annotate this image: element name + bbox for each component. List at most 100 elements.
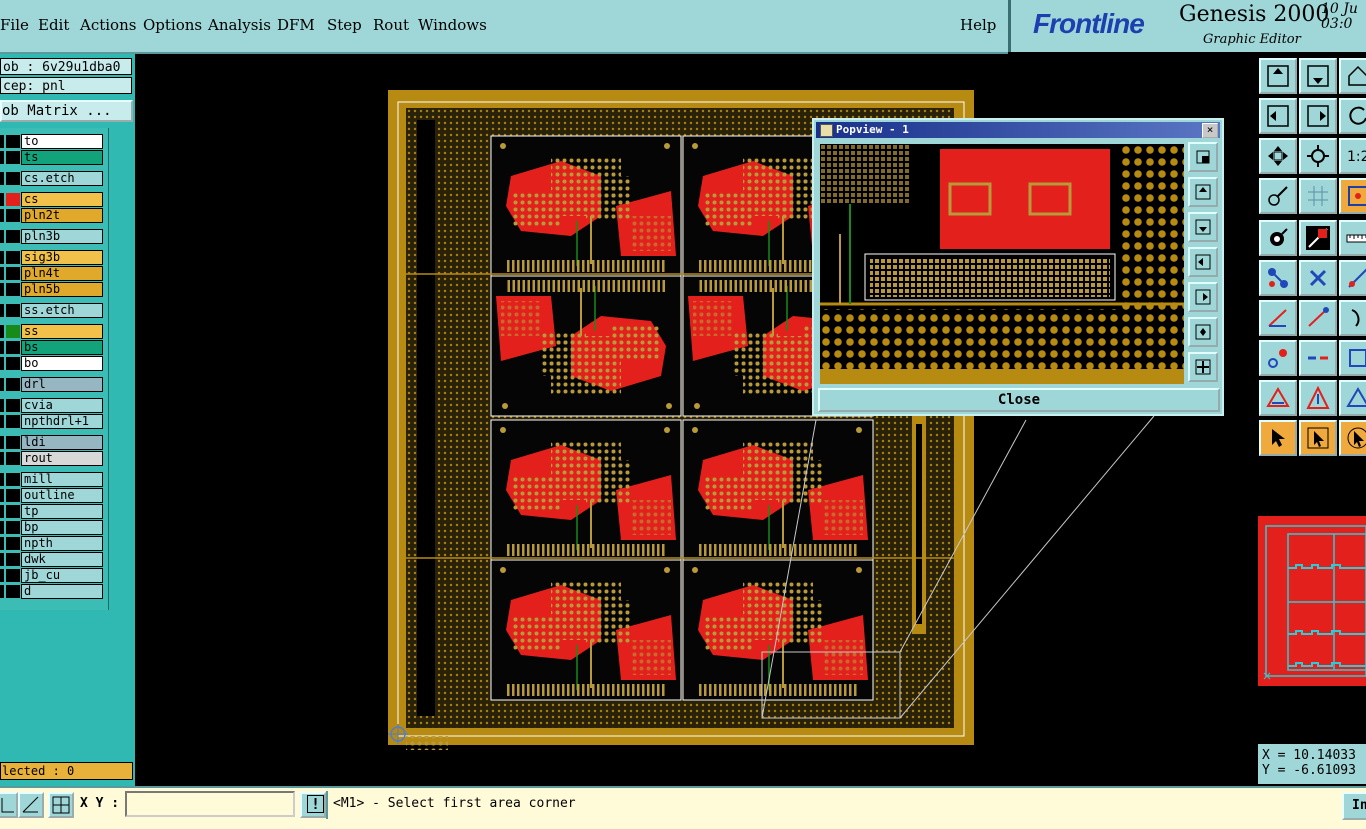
layer-checkbox[interactable] bbox=[0, 452, 4, 465]
add-line-icon[interactable] bbox=[1259, 300, 1297, 336]
select-box-icon[interactable] bbox=[1299, 420, 1337, 456]
layer-row-cvia[interactable]: cvia bbox=[0, 398, 106, 413]
pan-left-icon[interactable] bbox=[1259, 98, 1297, 134]
pad-icon[interactable] bbox=[1259, 340, 1297, 376]
layer-row-npth[interactable]: npth bbox=[0, 536, 106, 551]
zoom-center-icon[interactable] bbox=[1299, 138, 1337, 174]
home-view-icon[interactable] bbox=[1339, 58, 1366, 94]
popview-pan-left[interactable] bbox=[1188, 247, 1218, 277]
layer-checkbox[interactable] bbox=[0, 537, 4, 550]
job-matrix-button[interactable]: ob Matrix ... bbox=[0, 100, 133, 122]
page-down-icon[interactable] bbox=[1299, 58, 1337, 94]
layer-checkbox[interactable] bbox=[0, 151, 4, 164]
redraw-icon[interactable] bbox=[1339, 98, 1366, 134]
menu-actions[interactable]: Actions bbox=[80, 16, 136, 34]
layer-name[interactable]: pln2t bbox=[21, 208, 103, 223]
layer-row-pln2t[interactable]: pln2t bbox=[0, 208, 106, 223]
menu-edit[interactable]: Edit bbox=[38, 16, 69, 34]
menu-rout[interactable]: Rout bbox=[373, 16, 409, 34]
layer-name[interactable]: cs.etch bbox=[21, 171, 103, 186]
layer-checkbox[interactable] bbox=[0, 569, 4, 582]
layer-row-ss-etch[interactable]: ss.etch bbox=[0, 303, 106, 318]
layer-row-cs[interactable]: cs bbox=[0, 192, 106, 207]
info-button[interactable]: In bbox=[1342, 792, 1366, 820]
layer-name[interactable]: ldi bbox=[21, 435, 103, 450]
popview-fit-tool[interactable] bbox=[1188, 317, 1218, 347]
layer-checkbox[interactable] bbox=[0, 436, 4, 449]
close-icon[interactable]: × bbox=[1202, 123, 1218, 138]
ruler-icon[interactable] bbox=[1339, 220, 1366, 256]
layer-name[interactable]: ts bbox=[21, 150, 103, 165]
layer-row-drl[interactable]: drl bbox=[0, 377, 106, 392]
layer-row-ts[interactable]: ts bbox=[0, 150, 106, 165]
layer-name[interactable]: to bbox=[21, 134, 103, 149]
zoom-ratio-icon[interactable]: 1:2 bbox=[1339, 138, 1366, 174]
menu-help[interactable]: Help bbox=[960, 16, 996, 34]
layer-name[interactable]: pln3b bbox=[21, 229, 103, 244]
layer-color-swatch[interactable] bbox=[6, 489, 20, 502]
layer-name[interactable]: mill bbox=[21, 472, 103, 487]
window-menu-icon[interactable] bbox=[820, 124, 833, 137]
popview-close-button[interactable]: Close bbox=[818, 388, 1220, 412]
popview-titlebar[interactable]: Popview - 1 × bbox=[816, 122, 1220, 138]
layer-checkbox[interactable] bbox=[0, 135, 4, 148]
layer-checkbox[interactable] bbox=[0, 341, 4, 354]
add-segment-icon[interactable] bbox=[1299, 300, 1337, 336]
layer-name[interactable]: bs bbox=[21, 340, 103, 355]
layer-name[interactable]: cs bbox=[21, 192, 103, 207]
layer-name[interactable]: outline bbox=[21, 488, 103, 503]
layer-color-swatch[interactable] bbox=[6, 209, 20, 222]
layer-row-bs[interactable]: bs bbox=[0, 340, 106, 355]
layer-color-swatch[interactable] bbox=[6, 399, 20, 412]
feature-select-icon[interactable] bbox=[1259, 220, 1297, 256]
layer-name[interactable]: cvia bbox=[21, 398, 103, 413]
measure-toggle-icon[interactable] bbox=[18, 792, 44, 818]
layer-name[interactable]: bp bbox=[21, 520, 103, 535]
layer-name[interactable]: rout bbox=[21, 451, 103, 466]
layer-checkbox[interactable] bbox=[0, 521, 4, 534]
layer-row-dwk[interactable]: dwk bbox=[0, 552, 106, 567]
layer-name[interactable]: pln4t bbox=[21, 266, 103, 281]
popview-pan-up[interactable] bbox=[1188, 177, 1218, 207]
layer-checkbox[interactable] bbox=[0, 251, 4, 264]
layer-name[interactable]: jb_cu bbox=[21, 568, 103, 583]
layer-checkbox[interactable] bbox=[0, 489, 4, 502]
layer-name[interactable]: bo bbox=[21, 356, 103, 371]
popview-canvas[interactable] bbox=[820, 144, 1184, 384]
layer-row-cs-etch[interactable]: cs.etch bbox=[0, 171, 106, 186]
polygon-icon[interactable] bbox=[1259, 380, 1297, 416]
menu-file[interactable]: File bbox=[0, 16, 29, 34]
menu-options[interactable]: Options bbox=[143, 16, 202, 34]
layer-color-swatch[interactable] bbox=[6, 521, 20, 534]
layer-name[interactable]: npth bbox=[21, 536, 103, 551]
layer-color-swatch[interactable] bbox=[6, 304, 20, 317]
layer-color-swatch[interactable] bbox=[6, 505, 20, 518]
layer-checkbox[interactable] bbox=[0, 399, 4, 412]
xy-coordinate-input[interactable] bbox=[125, 791, 295, 817]
popview-home-tool[interactable] bbox=[1188, 352, 1218, 382]
layer-color-swatch[interactable] bbox=[6, 537, 20, 550]
zoom-fit-icon[interactable] bbox=[1259, 138, 1297, 174]
layer-row-pln4t[interactable]: pln4t bbox=[0, 266, 106, 281]
pan-right-icon[interactable] bbox=[1299, 98, 1337, 134]
layer-color-swatch[interactable] bbox=[6, 357, 20, 370]
outline-icon[interactable] bbox=[1339, 380, 1366, 416]
layer-checkbox[interactable] bbox=[0, 283, 4, 296]
resize-icon[interactable] bbox=[1339, 340, 1366, 376]
layer-checkbox[interactable] bbox=[0, 357, 4, 370]
layer-color-swatch[interactable] bbox=[6, 151, 20, 164]
layer-color-swatch[interactable] bbox=[6, 172, 20, 185]
layer-name[interactable]: sig3b bbox=[21, 250, 103, 265]
layer-color-swatch[interactable] bbox=[6, 267, 20, 280]
layer-row-bo[interactable]: bo bbox=[0, 356, 106, 371]
layer-color-swatch[interactable] bbox=[6, 415, 20, 428]
move-icon[interactable] bbox=[1339, 260, 1366, 296]
layer-color-swatch[interactable] bbox=[6, 283, 20, 296]
layer-color-swatch[interactable] bbox=[6, 436, 20, 449]
layer-name[interactable]: npthdrl+1 bbox=[21, 414, 103, 429]
popview-pan-down[interactable] bbox=[1188, 212, 1218, 242]
layer-row-tp[interactable]: tp bbox=[0, 504, 106, 519]
menu-step[interactable]: Step bbox=[327, 16, 362, 34]
layer-name[interactable]: d bbox=[21, 584, 103, 599]
layer-name[interactable]: drl bbox=[21, 377, 103, 392]
